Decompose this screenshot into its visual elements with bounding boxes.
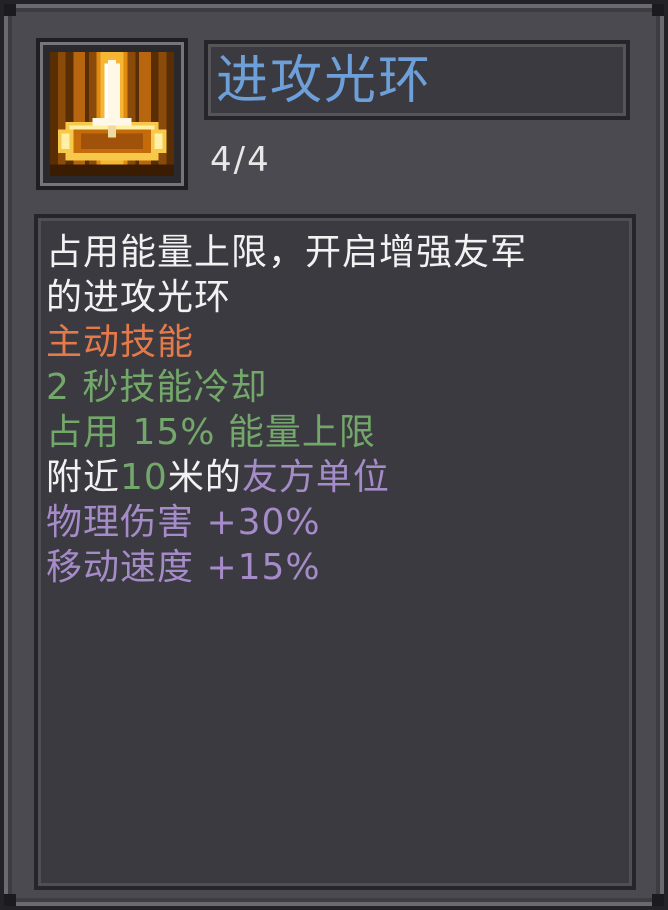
- description-line: 的进攻光环: [46, 277, 232, 318]
- cooldown-text: 2 秒技能冷却: [46, 367, 268, 408]
- energy-cost-text: 占用 15% 能量上限: [46, 412, 376, 453]
- skill-description: 占用能量上限，开启增强友军 的进攻光环 主动技能 2 秒技能冷却 占用 15% …: [46, 230, 626, 590]
- range-target: 友方单位: [241, 457, 390, 498]
- range-mid: 米的: [167, 457, 242, 498]
- skill-icon-frame: [36, 38, 188, 190]
- skill-type-label: 主动技能: [46, 322, 195, 363]
- skill-tooltip-panel: 进攻光环 4/4 占用能量上限，开启增强友军 的进攻光环 主动技能 2 秒技能冷…: [0, 0, 668, 910]
- range-text: 附近10米的友方单位: [46, 455, 626, 500]
- description-line: 占用能量上限，开启增强友军: [46, 232, 528, 273]
- skill-name: 进攻光环: [216, 51, 433, 111]
- stat-physical-damage: 物理伤害 +30%: [46, 502, 321, 543]
- skill-level: 4/4: [210, 140, 271, 180]
- skill-title-box: 进攻光环: [204, 40, 630, 120]
- range-prefix: 附近: [46, 457, 121, 498]
- sword-aura-icon: [50, 52, 174, 176]
- range-value: 10: [120, 457, 168, 498]
- panel-corner: [652, 4, 664, 16]
- panel-corner: [652, 894, 664, 906]
- skill-description-box: 占用能量上限，开启增强友军 的进攻光环 主动技能 2 秒技能冷却 占用 15% …: [34, 214, 636, 890]
- panel-corner: [4, 4, 16, 16]
- panel-corner: [4, 894, 16, 906]
- stat-move-speed: 移动速度 +15%: [46, 547, 321, 588]
